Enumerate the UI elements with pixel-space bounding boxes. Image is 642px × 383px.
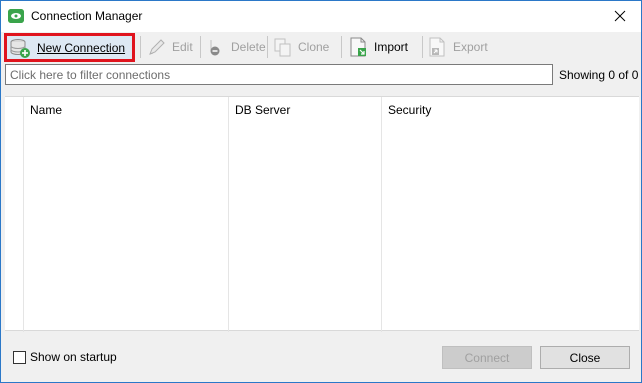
- column-header-security[interactable]: Security: [388, 103, 431, 117]
- clone-label: Clone: [298, 40, 330, 54]
- pencil-icon: [146, 36, 168, 58]
- toolbar-separator: [267, 36, 268, 58]
- column-header-name[interactable]: Name: [30, 103, 62, 117]
- delete-icon: [205, 36, 227, 58]
- new-connection-button[interactable]: New Connection: [4, 33, 135, 62]
- list-column-divider: [228, 97, 229, 332]
- connection-manager-window: Connection Manager New Connection Edit D…: [0, 0, 642, 383]
- new-connection-label: New Connection: [37, 40, 126, 55]
- toolbar-separator: [140, 36, 141, 58]
- list-column-divider: [23, 97, 24, 332]
- clone-button[interactable]: Clone: [272, 34, 329, 60]
- import-icon: [348, 36, 370, 58]
- close-icon[interactable]: [609, 5, 631, 27]
- toolbar-separator: [422, 36, 423, 58]
- list-column-divider: [381, 97, 382, 332]
- import-button[interactable]: Import: [348, 34, 408, 60]
- database-add-icon: [9, 37, 31, 59]
- export-button[interactable]: Export: [427, 34, 488, 60]
- toolbar: New Connection Edit Delete Clone Import …: [1, 32, 641, 62]
- title-bar: Connection Manager: [1, 1, 641, 32]
- show-on-startup-checkbox[interactable]: [13, 350, 26, 364]
- show-on-startup-label: Show on startup: [30, 350, 117, 364]
- toolbar-separator: [200, 36, 201, 58]
- show-on-startup[interactable]: Show on startup: [13, 350, 117, 364]
- import-label: Import: [374, 40, 409, 54]
- delete-button[interactable]: Delete: [205, 34, 266, 60]
- app-icon: [8, 9, 24, 23]
- toolbar-separator: [341, 36, 342, 58]
- edit-label: Edit: [172, 40, 193, 54]
- delete-label: Delete: [231, 40, 266, 54]
- column-header-db-server[interactable]: DB Server: [235, 103, 290, 117]
- close-button[interactable]: Close: [540, 346, 630, 369]
- export-icon: [427, 36, 449, 58]
- export-label: Export: [453, 40, 488, 54]
- connections-list[interactable]: Name DB Server Security: [5, 96, 639, 332]
- filter-input[interactable]: [5, 64, 553, 85]
- edit-button[interactable]: Edit: [146, 34, 193, 60]
- window-title: Connection Manager: [31, 9, 143, 23]
- list-header: Name DB Server Security: [5, 97, 639, 122]
- showing-count: Showing 0 of 0: [559, 68, 639, 82]
- clone-icon: [272, 36, 294, 58]
- connect-button[interactable]: Connect: [442, 346, 532, 369]
